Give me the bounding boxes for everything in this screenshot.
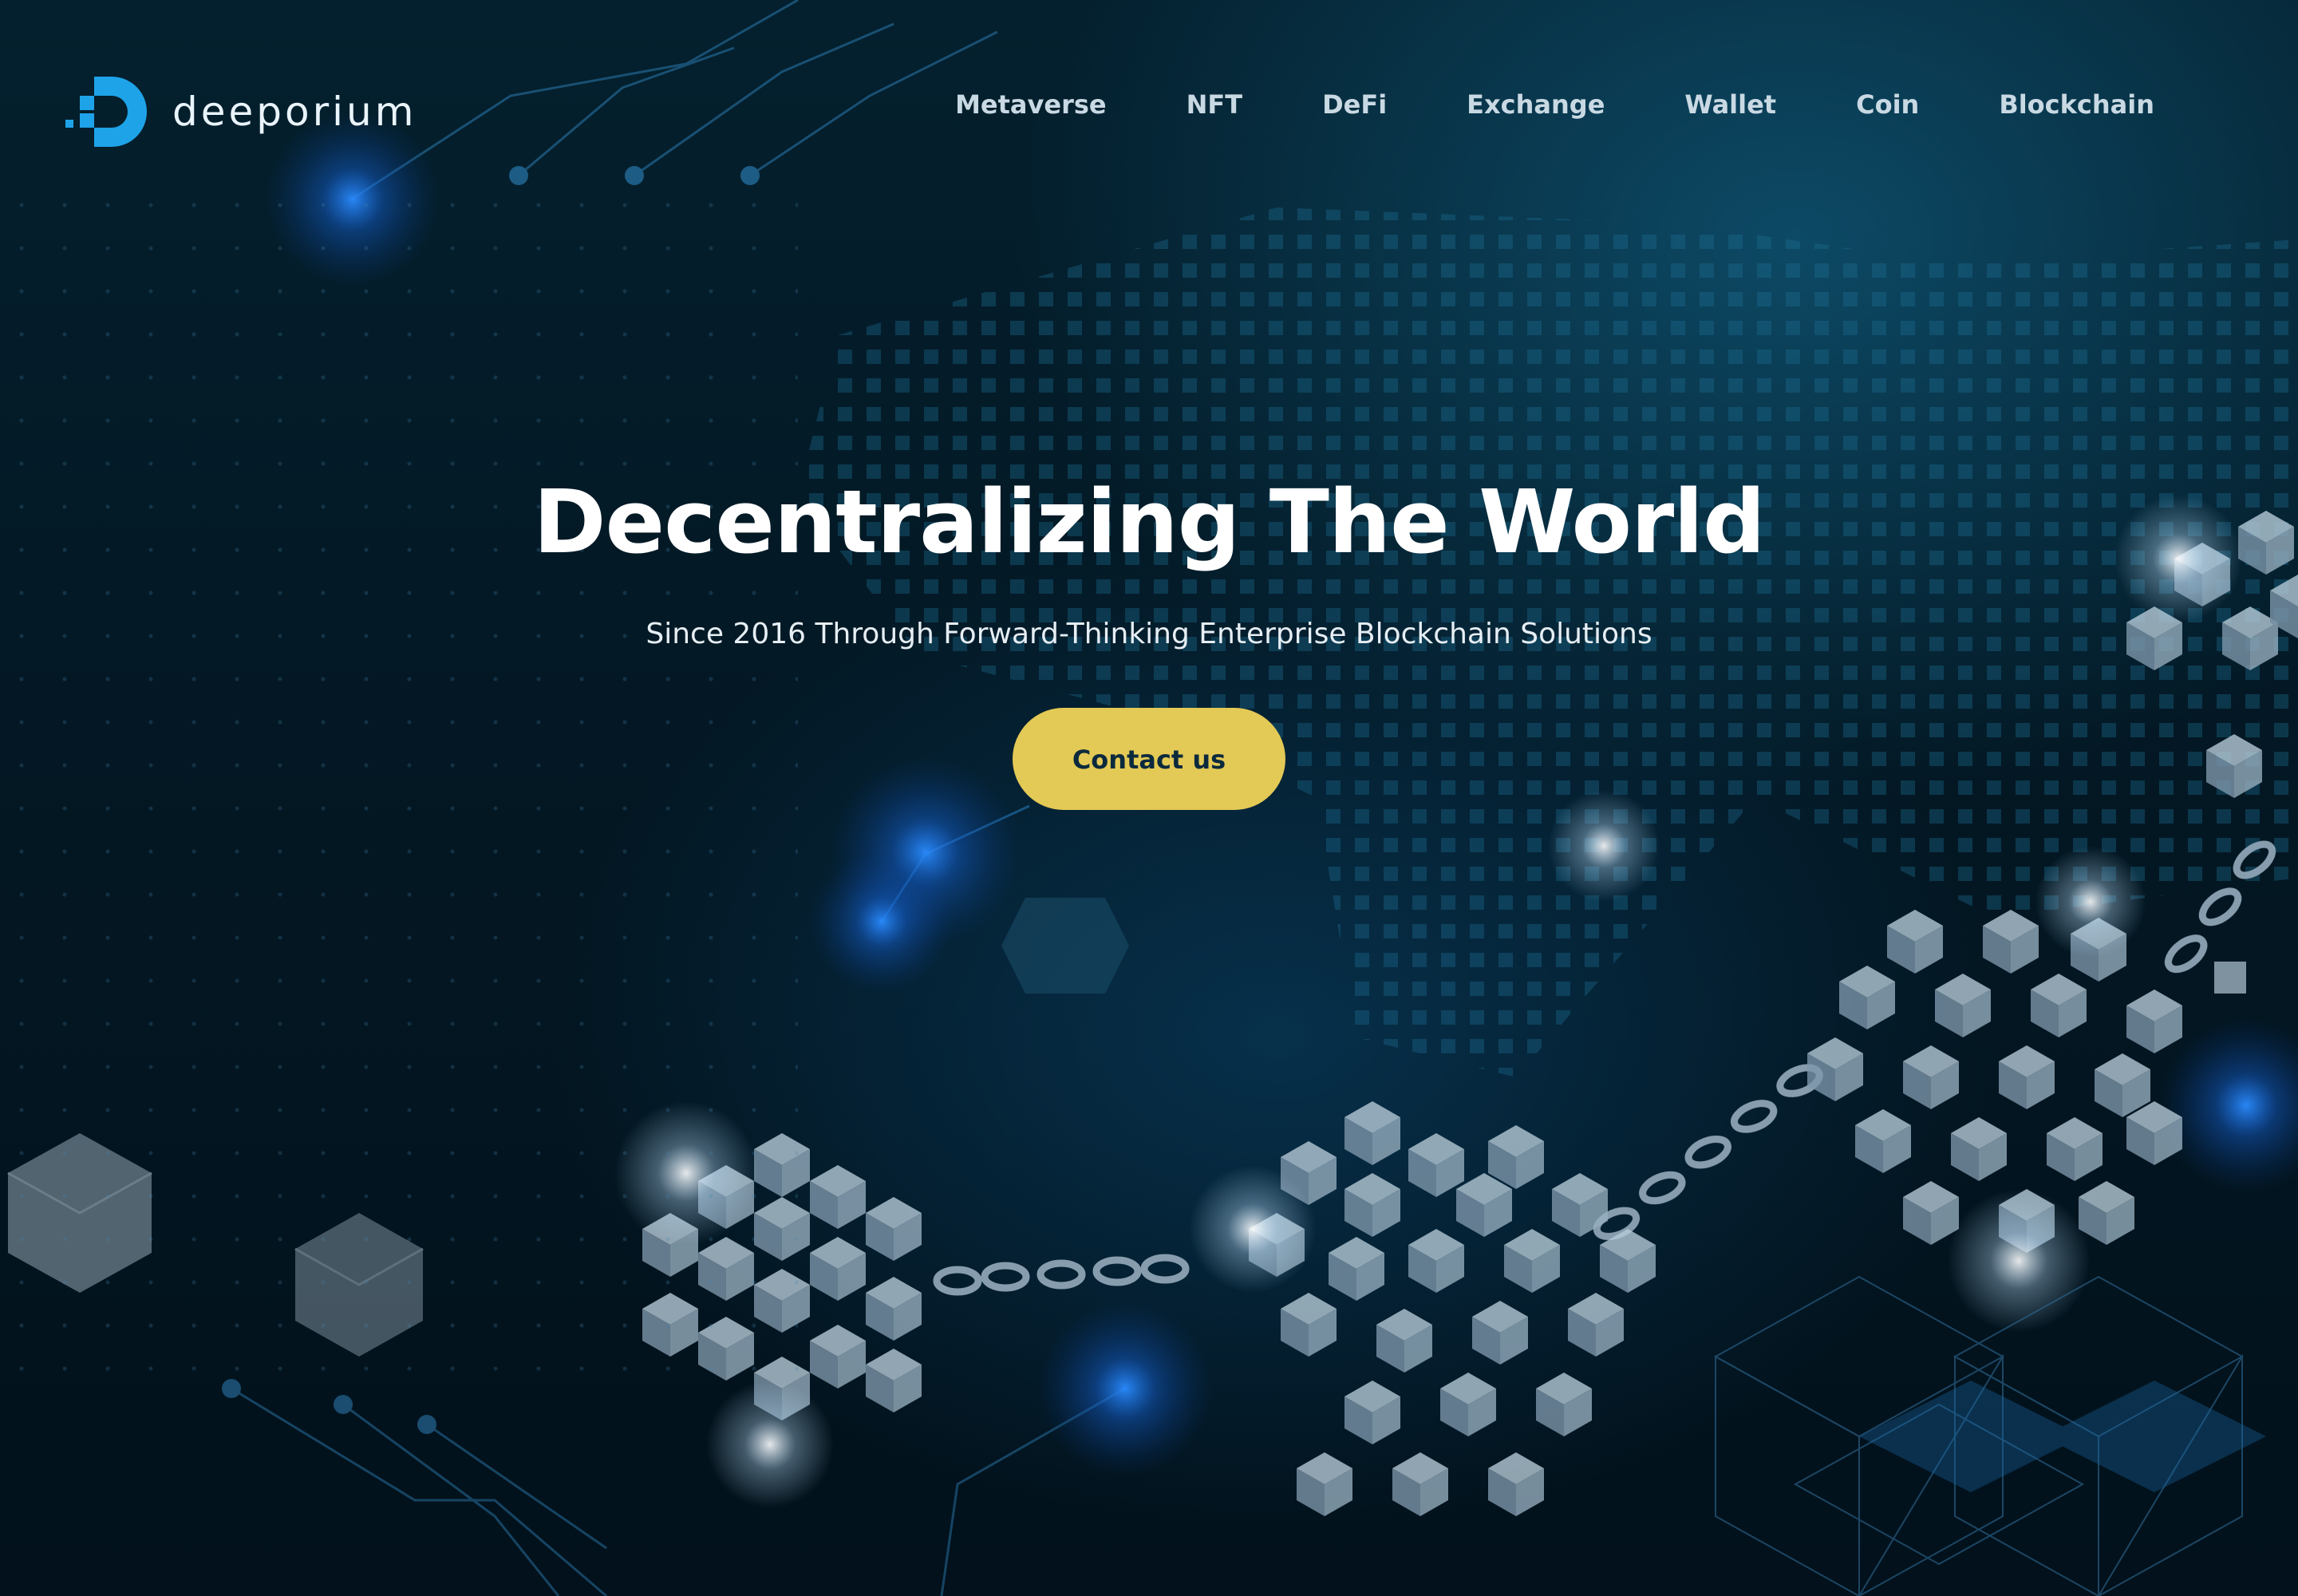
nav-item-nft[interactable]: NFT [1187, 89, 1242, 120]
main-navigation: Metaverse NFT DeFi Exchange Wallet Coin … [955, 89, 2154, 120]
hero-title: Decentralizing The World [533, 471, 1766, 573]
nav-item-metaverse[interactable]: Metaverse [955, 89, 1107, 120]
hero-subtitle: Since 2016 Through Forward-Thinking Ente… [646, 618, 1652, 650]
brand-logo-link[interactable]: deeporium [62, 73, 417, 150]
site-header: deeporium Metaverse NFT DeFi Exchange Wa… [0, 0, 2298, 223]
landing-page: deeporium Metaverse NFT DeFi Exchange Wa… [0, 0, 2298, 1596]
nav-item-blockchain[interactable]: Blockchain [1999, 89, 2154, 120]
nav-item-defi[interactable]: DeFi [1322, 89, 1387, 120]
nav-item-wallet[interactable]: Wallet [1684, 89, 1776, 120]
hero-section: Decentralizing The World Since 2016 Thro… [0, 471, 2298, 810]
brand-name: deeporium [172, 89, 417, 135]
contact-us-button[interactable]: Contact us [1013, 708, 1285, 810]
nav-item-coin[interactable]: Coin [1856, 89, 1919, 120]
pixel-d-logo-icon [65, 77, 147, 147]
nav-item-exchange[interactable]: Exchange [1467, 89, 1605, 120]
